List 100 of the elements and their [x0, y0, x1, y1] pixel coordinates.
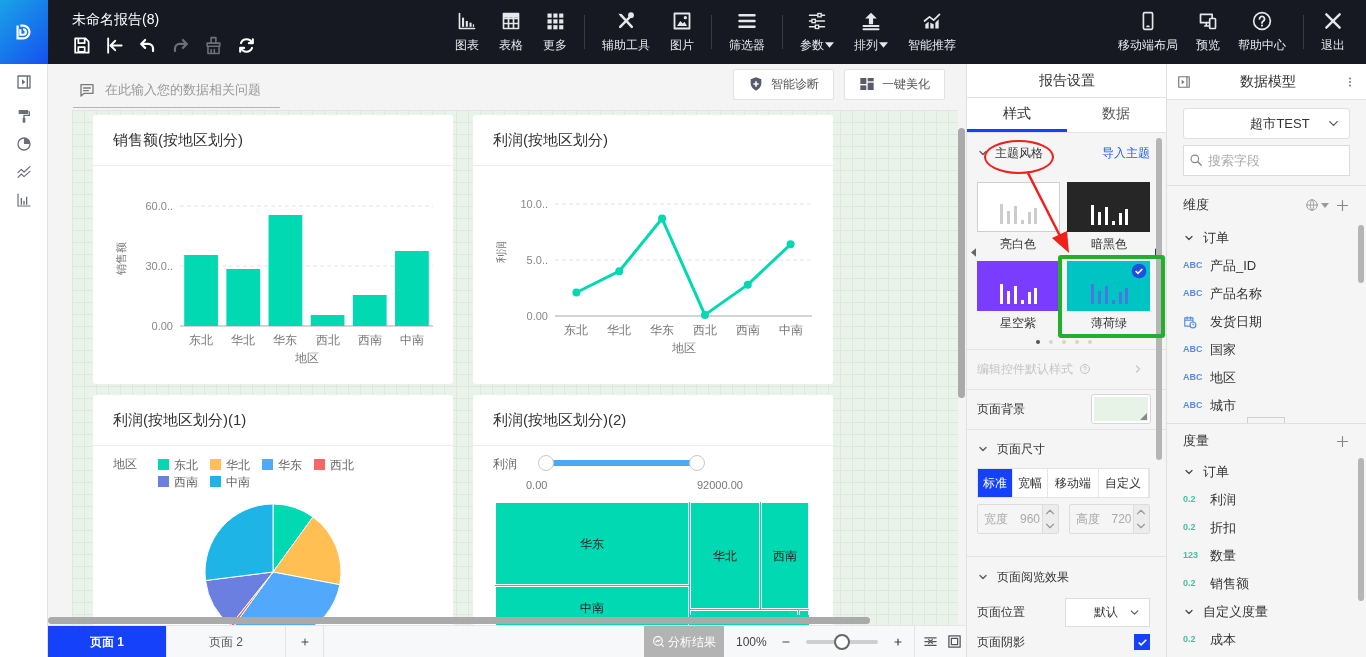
- slider-handle[interactable]: [689, 455, 705, 471]
- beautify-button[interactable]: 一键美化: [844, 68, 945, 100]
- zoom-reading: 100%: [736, 633, 768, 651]
- legend-label[interactable]: 西南: [174, 473, 198, 490]
- import-theme-link[interactable]: 导入主题: [1102, 143, 1150, 162]
- fit-page-icon[interactable]: [947, 634, 962, 649]
- legend-label[interactable]: 东北: [174, 456, 198, 473]
- group-label[interactable]: 订单: [1203, 228, 1229, 248]
- shadow-checkbox[interactable]: [1134, 634, 1150, 650]
- logo-tile[interactable]: [0, 0, 48, 64]
- size-option[interactable]: 宽幅: [1013, 469, 1048, 497]
- field-item[interactable]: 数量: [1210, 546, 1236, 566]
- treemap-tile[interactable]: [799, 610, 809, 615]
- horizontal-scrollbar[interactable]: [48, 617, 870, 624]
- recommend-button[interactable]: 智能推荐: [901, 0, 963, 64]
- resize-handle[interactable]: [1247, 417, 1285, 423]
- image-button[interactable]: 图片: [663, 0, 701, 64]
- line-chart-icon[interactable]: [15, 164, 32, 180]
- color-swatch[interactable]: [1092, 395, 1150, 424]
- field-item[interactable]: 发货日期: [1210, 312, 1262, 332]
- field-item[interactable]: 产品名称: [1210, 284, 1262, 304]
- refresh-icon[interactable]: [237, 35, 256, 55]
- globe-icon[interactable]: [1305, 198, 1319, 212]
- settings-tab[interactable]: 样式: [967, 98, 1067, 132]
- range-slider[interactable]: [538, 455, 705, 471]
- theme-card[interactable]: 薄荷绿: [1067, 260, 1150, 335]
- treemap-tile[interactable]: [690, 610, 798, 615]
- more-button[interactable]: 更多: [536, 0, 574, 64]
- legend-label[interactable]: 华东: [278, 456, 302, 473]
- field-item[interactable]: 销售额: [1210, 574, 1249, 594]
- legend-label[interactable]: 中南: [226, 473, 250, 490]
- field-item[interactable]: 利润: [1210, 490, 1236, 510]
- add-icon[interactable]: [1335, 197, 1350, 213]
- chart-card[interactable]: 利润(按地区划分)(2) 利润 0.00 92000.00 华东 华北 西南 中南: [473, 395, 833, 625]
- position-select[interactable]: 默认: [1065, 597, 1150, 627]
- vertical-scrollbar[interactable]: [958, 128, 965, 398]
- chart-card[interactable]: 利润(按地区划分)(1) 地区 东北 华北 华东 西北 西南 中南: [93, 395, 453, 625]
- previous-icon[interactable]: [971, 247, 976, 257]
- size-option[interactable]: 移动端: [1048, 469, 1099, 497]
- group-label[interactable]: 订单: [1203, 462, 1229, 482]
- zoom-slider-handle[interactable]: [834, 633, 850, 650]
- panel-toggle-icon[interactable]: [15, 74, 32, 90]
- page-tab[interactable]: 页面 1: [48, 626, 167, 657]
- mobile-layout-button[interactable]: 移动端布局: [1111, 0, 1185, 64]
- page-tab[interactable]: 页面 2: [167, 626, 286, 657]
- treemap-tile[interactable]: 西南: [761, 502, 809, 609]
- bar-chart-icon[interactable]: [15, 192, 32, 208]
- treemap-tile[interactable]: 华东: [495, 502, 689, 585]
- panel-toggle-icon[interactable]: [1177, 74, 1191, 89]
- search-field[interactable]: 搜索字段: [1183, 145, 1350, 176]
- tools-button[interactable]: 辅助工具: [595, 0, 657, 64]
- theme-card[interactable]: 暗黑色: [1067, 181, 1150, 256]
- theme-card[interactable]: 星空紫: [977, 260, 1060, 335]
- field-item[interactable]: 城市: [1210, 396, 1236, 416]
- model-select[interactable]: 超市TEST: [1183, 108, 1350, 139]
- treemap-tile[interactable]: 华北: [690, 502, 760, 609]
- size-option[interactable]: 标准: [978, 469, 1013, 497]
- field-item[interactable]: 国家: [1210, 340, 1236, 360]
- axis-category-label: 华东: [273, 333, 298, 347]
- table-button[interactable]: 表格: [492, 0, 530, 64]
- diagnose-button[interactable]: 智能诊断: [733, 68, 834, 100]
- bar: [226, 269, 261, 326]
- theme-card[interactable]: 亮白色: [977, 181, 1060, 256]
- field-item[interactable]: 地区: [1210, 368, 1236, 388]
- exit-button[interactable]: 退出: [1314, 0, 1352, 64]
- legend-label[interactable]: 西北: [330, 456, 354, 473]
- question-input[interactable]: 在此输入您的数据相关问题: [73, 72, 280, 108]
- help-button[interactable]: 帮助中心: [1231, 0, 1293, 64]
- card-title: 利润(按地区划分)(2): [493, 409, 627, 430]
- slider-handle[interactable]: [538, 455, 554, 471]
- list-scrollbar[interactable]: [1358, 458, 1364, 601]
- data-point: [786, 240, 795, 249]
- field-value: 720: [1111, 511, 1132, 528]
- size-option[interactable]: 自定义: [1098, 469, 1149, 497]
- field-item[interactable]: 折扣: [1210, 518, 1236, 538]
- wrench-icon: [616, 10, 636, 31]
- chart-card[interactable]: 销售额(按地区划分) 0.00 30.0.. 60.0.. 东北 华北 华东 西北 西南 中南 地区 销售额: [93, 115, 453, 384]
- settings-scrollbar[interactable]: [1156, 138, 1162, 460]
- filter-button[interactable]: 筛选器: [722, 0, 772, 64]
- field-item[interactable]: 产品_ID: [1210, 256, 1257, 276]
- preview-button[interactable]: 预览: [1189, 0, 1227, 64]
- bar: [352, 295, 387, 326]
- back-to-start-icon[interactable]: [105, 35, 124, 55]
- save-icon[interactable]: [72, 35, 91, 55]
- group-label[interactable]: 自定义度量: [1203, 602, 1268, 622]
- parameter-button[interactable]: 参数: [793, 0, 841, 64]
- field-item[interactable]: 成本: [1210, 630, 1236, 650]
- caret-icon[interactable]: [1321, 202, 1329, 208]
- pie-chart-icon[interactable]: [15, 136, 32, 152]
- chart-button[interactable]: 图表: [448, 0, 486, 64]
- list-scrollbar[interactable]: [1358, 225, 1364, 283]
- chart-card[interactable]: 利润(按地区划分) 0.00 5.0.. 10.0.. 东北 华北 华东 西北 西南 中南 地区 利润: [473, 115, 833, 384]
- range-max-label: 92000.00: [697, 478, 743, 493]
- axis-title: 利润: [495, 241, 507, 263]
- settings-tab[interactable]: 数据: [1066, 98, 1166, 132]
- legend-label[interactable]: 华北: [226, 456, 250, 473]
- arrange-button[interactable]: 排列: [847, 0, 895, 64]
- help-icon: [1252, 10, 1272, 31]
- fit-width-icon[interactable]: [923, 634, 938, 649]
- add-icon[interactable]: [1335, 433, 1350, 449]
